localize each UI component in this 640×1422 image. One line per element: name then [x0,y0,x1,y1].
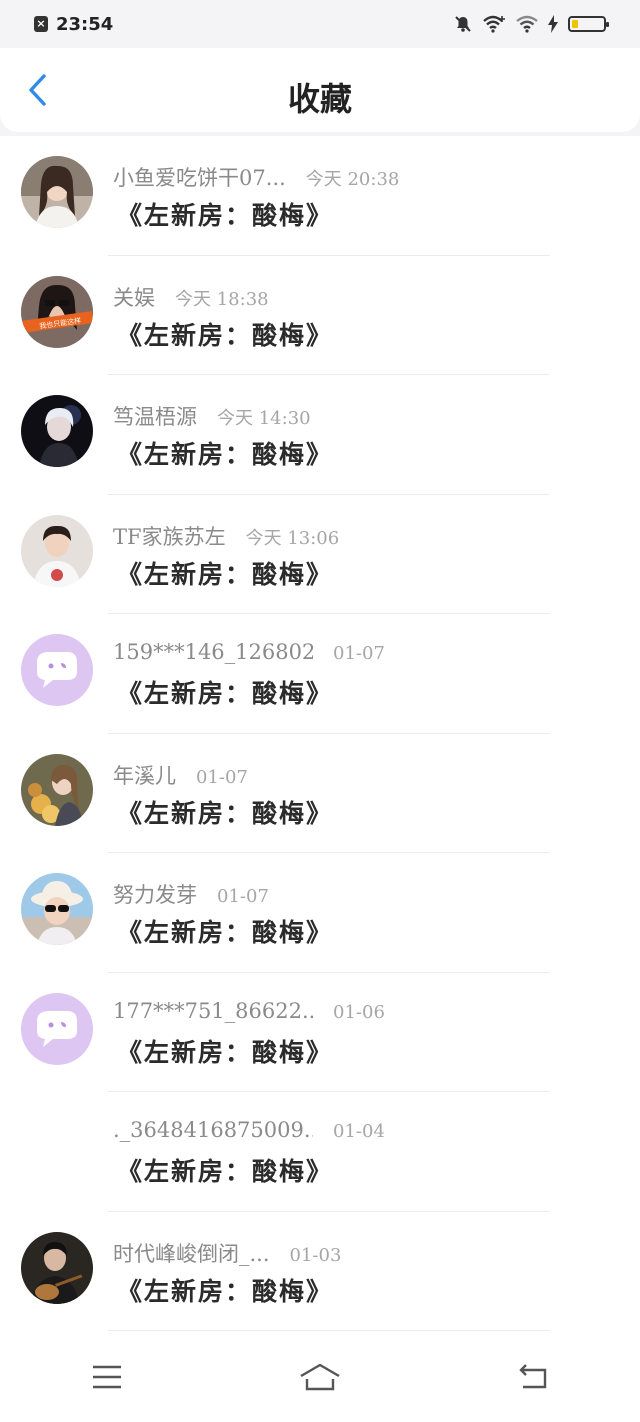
item-title: 《左新房：酸梅》 [117,201,334,230]
item-meta: 关娱 今天 18:38 [113,282,269,312]
user-name: 年溪儿 [113,763,176,788]
avatar-photo-icon [21,1231,93,1304]
user-name: ._3648416875009... [113,1118,313,1142]
user-name: 努力发芽 [113,883,197,907]
avatar-photo-icon [21,753,93,826]
favorites-list: 小鱼爱吃饼干07... 今天 20:38 《左新房：酸梅》 我也只能这样 关娱 … [0,136,640,1332]
item-meta: 小鱼爱吃饼干07... 今天 20:38 [113,162,399,192]
item-title: 《左新房：酸梅》 [117,1037,334,1067]
list-item[interactable]: 笃温梧源 今天 14:30 《左新房：酸梅》 [0,375,640,495]
timestamp: 今天 18:38 [175,288,269,310]
list-item[interactable]: 177***751_86622... 01-06 《左新房：酸梅》 [0,973,640,1092]
user-name: 177***751_86622... [113,998,313,1023]
timestamp: 01-03 [289,1244,342,1266]
status-left: × 23:54 [34,14,113,35]
mute-icon [455,16,471,32]
item-title: 《左新房：酸梅》 [117,918,334,947]
avatar [21,1231,93,1304]
item-meta: 177***751_86622... 01-06 [113,999,385,1023]
item-meta: TF家族苏左 今天 13:06 [113,521,339,551]
divider [108,1330,550,1331]
avatar [21,156,93,228]
timestamp: 01-07 [196,766,248,788]
list-item[interactable]: 我也只能这样 关娱 今天 18:38 《左新房：酸梅》 [0,256,640,375]
item-meta: 努力发芽 01-07 [113,879,269,909]
avatar [21,634,93,706]
home-button[interactable] [290,1352,350,1402]
item-meta: 笃温梧源 今天 14:30 [113,401,311,431]
avatar-photo-icon [21,873,93,945]
item-title: 《左新房：酸梅》 [117,1276,334,1306]
header-bar: 收藏 [0,48,640,132]
default-chat-bubble-avatar-icon [21,992,93,1065]
system-nav-bar [0,1332,640,1422]
item-meta: 年溪儿 01-07 [113,760,248,790]
user-name: 小鱼爱吃饼干07... [113,166,286,190]
status-right [454,15,609,33]
menu-icon [92,1365,121,1389]
item-meta: 时代峰峻倒闭_... 01-03 [113,1238,341,1268]
list-item[interactable]: 努力发芽 01-07 《左新房：酸梅》 [0,853,640,973]
wifi-icon [516,15,538,33]
user-name: 159***146_126802... [113,640,313,664]
timestamp: 01-07 [217,886,269,907]
item-meta: 159***146_126802... 01-07 [113,640,385,664]
item-meta: ._3648416875009... 01-04 [113,1118,385,1142]
avatar-photo-icon: 我也只能这样 [21,275,93,348]
timestamp: 01-07 [333,643,385,664]
back-nav-button[interactable] [503,1352,563,1402]
list-item[interactable]: 年溪儿 01-07 《左新房：酸梅》 [0,734,640,853]
wifi-plus-icon [483,15,505,33]
item-title: 《左新房：酸梅》 [117,679,334,708]
charging-icon [548,15,558,33]
avatar: 我也只能这样 [21,275,93,348]
list-item[interactable]: 159***146_126802... 01-07 《左新房：酸梅》 [0,614,640,734]
list-item[interactable]: 时代峰峻倒闭_... 01-03 《左新房：酸梅》 [0,1212,640,1331]
notification-close-icon: × [34,16,48,32]
back-return-icon [519,1364,547,1389]
list-item[interactable]: 小鱼爱吃饼干07... 今天 20:38 《左新房：酸梅》 [0,136,640,256]
menu-button[interactable] [77,1352,137,1402]
status-bar: × 23:54 [0,0,640,48]
battery-icon [568,16,609,32]
timestamp: 01-06 [333,1001,385,1023]
avatar [21,514,93,587]
item-title: 《左新房：酸梅》 [117,320,334,350]
avatar [21,395,93,467]
avatar [21,753,93,826]
user-name: TF家族苏左 [113,524,226,549]
user-name: 关娱 [113,285,155,310]
battery-level [572,20,578,28]
list-item[interactable]: ._3648416875009... 01-04 《左新房：酸梅》 [0,1092,640,1212]
timestamp: 今天 14:30 [217,408,311,429]
user-name: 笃温梧源 [113,405,197,429]
status-time: 23:54 [56,13,114,35]
list-item[interactable]: TF家族苏左 今天 13:06 《左新房：酸梅》 [0,495,640,614]
item-title: 《左新房：酸梅》 [117,440,334,469]
item-title: 《左新房：酸梅》 [117,798,334,828]
avatar-photo-icon [21,514,93,587]
item-title: 《左新房：酸梅》 [117,559,334,589]
avatar-photo-icon [21,395,93,467]
avatar-photo-icon [21,156,93,228]
home-icon [300,1363,340,1391]
page-title: 收藏 [287,80,352,118]
timestamp: 今天 13:06 [245,527,340,549]
avatar [21,873,93,945]
user-name: 时代峰峻倒闭_... [113,1241,270,1266]
timestamp: 01-04 [333,1121,385,1142]
default-chat-bubble-avatar-icon [21,634,93,706]
timestamp: 今天 20:38 [305,169,400,190]
item-title: 《左新房：酸梅》 [117,1157,334,1186]
avatar [21,992,93,1065]
